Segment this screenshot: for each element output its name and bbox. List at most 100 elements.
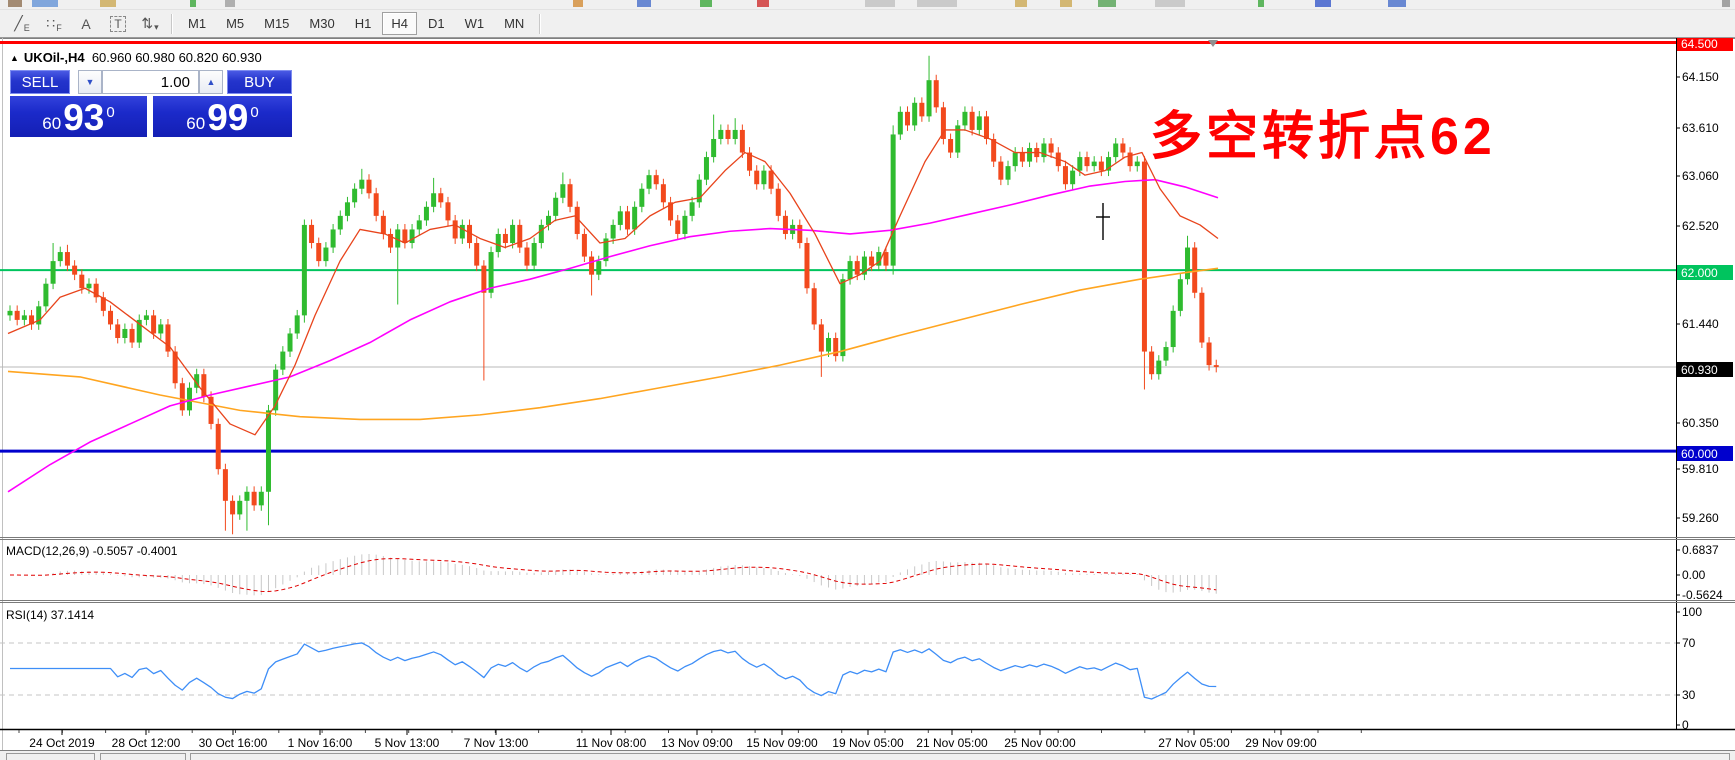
bid-big-figure: 60	[42, 114, 62, 133]
timeframe-d1[interactable]: D1	[419, 12, 454, 35]
price-level-badge: 62.000	[1677, 265, 1733, 280]
axis-tick-label: -0.5624	[1682, 588, 1723, 602]
volume-input[interactable]	[102, 70, 199, 94]
axis-tick-label: 30	[1682, 688, 1696, 702]
text-tool[interactable]: A	[71, 12, 101, 35]
main-toolbar: ╱ E ∷ F A T ⇅ ▾ M1 M5 M15 M30 H1 H4 D1 W1 MN	[0, 10, 1735, 38]
axis-tick-label: 59.810	[1682, 462, 1719, 476]
timeframe-h1[interactable]: H1	[346, 12, 381, 35]
clipped-icon	[32, 0, 58, 7]
clipped-icon	[757, 0, 769, 7]
ask-price-box[interactable]: 60 99 0	[153, 96, 292, 137]
axis-tick-label: 62.520	[1682, 219, 1719, 233]
macd-name: MACD(12,26,9)	[6, 544, 90, 558]
fibonacci-retracement-tool[interactable]: ∷ F	[39, 12, 69, 35]
clipped-icon	[1258, 0, 1264, 7]
toolbar-separator	[171, 13, 173, 34]
text-label-tool[interactable]: T	[103, 12, 133, 35]
clipped-icon	[225, 0, 235, 7]
axis-tick-label: 100	[1682, 605, 1703, 619]
ask-pipette: 0	[250, 104, 259, 121]
timeframe-m30[interactable]: M30	[300, 12, 343, 35]
time-tick-label: 21 Nov 05:00	[916, 736, 988, 750]
trading-terminal-window: { "toolbar": { "drawing_tools": [ {"name…	[0, 0, 1735, 760]
chart-annotation-text: 多空转折点62	[1150, 108, 1496, 166]
time-tick-label: 13 Nov 09:00	[661, 736, 733, 750]
macd-value: -0.5057	[92, 544, 134, 558]
axis-tick-label: 0.00	[1682, 568, 1706, 582]
equidistant-channel-tool[interactable]: ╱ E	[7, 12, 37, 35]
timeframe-mn[interactable]: MN	[495, 12, 533, 35]
time-tick-label: 27 Nov 05:00	[1158, 736, 1230, 750]
clipped-icon	[637, 0, 651, 7]
collapse-icon[interactable]: ▲	[10, 53, 19, 63]
time-tick-label: 25 Nov 00:00	[1004, 736, 1076, 750]
macd-signal-value: -0.4001	[136, 544, 178, 558]
toolbar-separator-2	[539, 13, 542, 34]
status-box	[100, 753, 186, 760]
status-bar-clipped	[0, 750, 1735, 760]
rsi-indicator-label: RSI(14) 37.1414	[6, 608, 94, 622]
clipped-icon	[1098, 0, 1116, 7]
timeframe-w1[interactable]: W1	[456, 12, 494, 35]
time-tick-label: 5 Nov 13:00	[374, 736, 440, 750]
price-level-badge: 60.000	[1677, 446, 1733, 461]
timeframe-h4[interactable]: H4	[382, 12, 417, 35]
time-tick-label: 11 Nov 08:00	[575, 736, 647, 750]
axis-tick-label: 59.260	[1682, 511, 1719, 525]
clipped-icon	[865, 0, 895, 7]
bid-price-box[interactable]: 60 93 0	[10, 96, 147, 137]
clipped-icon	[1388, 0, 1406, 7]
axis-tick-label: 60.350	[1682, 416, 1719, 430]
axis-tick-label: 0.6837	[1682, 543, 1719, 557]
one-click-trading-panel: SELL ▼ ▲ BUY 60930 60990	[8, 68, 294, 137]
ohlc-values: 60.960 60.980 60.820 60.930	[91, 50, 262, 65]
ask-pips: 99	[207, 97, 249, 138]
ask-big-figure: 60	[186, 114, 206, 133]
axis-tick-label: 0	[1682, 718, 1689, 732]
axis-tick-label: 63.060	[1682, 169, 1719, 183]
clipped-icon	[917, 0, 957, 7]
rsi-value: 37.1414	[50, 608, 95, 622]
price-level-badge: 64.500	[1677, 36, 1733, 51]
axis-tick-label: 61.440	[1682, 317, 1719, 331]
axis-tick-label: 63.610	[1682, 121, 1719, 135]
drawing-tools-group: ╱ E ∷ F A T ⇅ ▾	[6, 12, 166, 35]
clipped-icon	[573, 0, 583, 7]
time-tick-label: 1 Nov 16:00	[287, 736, 353, 750]
timeframe-m15[interactable]: M15	[255, 12, 298, 35]
clipped-icon	[1015, 0, 1027, 7]
timeframe-group: M1 M5 M15 M30 H1 H4 D1 W1 MN	[178, 12, 534, 35]
arrows-tool[interactable]: ⇅ ▾	[135, 12, 165, 35]
volume-decrease-button[interactable]: ▼	[78, 70, 102, 94]
buy-button[interactable]: BUY	[227, 70, 292, 94]
clipped-icon	[8, 0, 22, 7]
toolbar-top-clipped-row	[0, 0, 1735, 10]
rsi-name: RSI(14)	[6, 608, 48, 622]
clipped-icon	[190, 0, 196, 7]
status-box	[6, 753, 95, 760]
down-arrow-icon: ▼	[85, 77, 95, 87]
sell-button[interactable]: SELL	[10, 70, 70, 94]
timeframe-m5[interactable]: M5	[217, 12, 253, 35]
time-tick-label: 30 Oct 16:00	[198, 736, 268, 750]
macd-indicator-label: MACD(12,26,9) -0.5057 -0.4001	[6, 544, 177, 558]
clipped-icon	[700, 0, 712, 7]
time-tick-label: 29 Nov 09:00	[1245, 736, 1317, 750]
clipped-icon	[100, 0, 116, 7]
clipped-icon	[1315, 0, 1331, 7]
status-box	[190, 753, 1730, 760]
clipped-icon	[1155, 0, 1185, 7]
axis-tick-label: 70	[1682, 636, 1696, 650]
time-tick-label: 7 Nov 13:00	[463, 736, 529, 750]
time-tick-label: 19 Nov 05:00	[832, 736, 904, 750]
time-tick-label: 24 Oct 2019	[29, 736, 95, 750]
timeframe-m1[interactable]: M1	[179, 12, 215, 35]
chart-title: ▲ UKOil-,H4 60.960 60.980 60.820 60.930	[10, 50, 262, 65]
symbol-period: UKOil-,H4	[23, 50, 85, 65]
time-tick-label: 28 Oct 12:00	[111, 736, 181, 750]
up-arrow-icon: ▲	[206, 77, 216, 87]
bid-pips: 93	[63, 97, 105, 138]
volume-increase-button[interactable]: ▲	[199, 70, 223, 94]
price-level-badge: 60.930	[1677, 362, 1733, 377]
